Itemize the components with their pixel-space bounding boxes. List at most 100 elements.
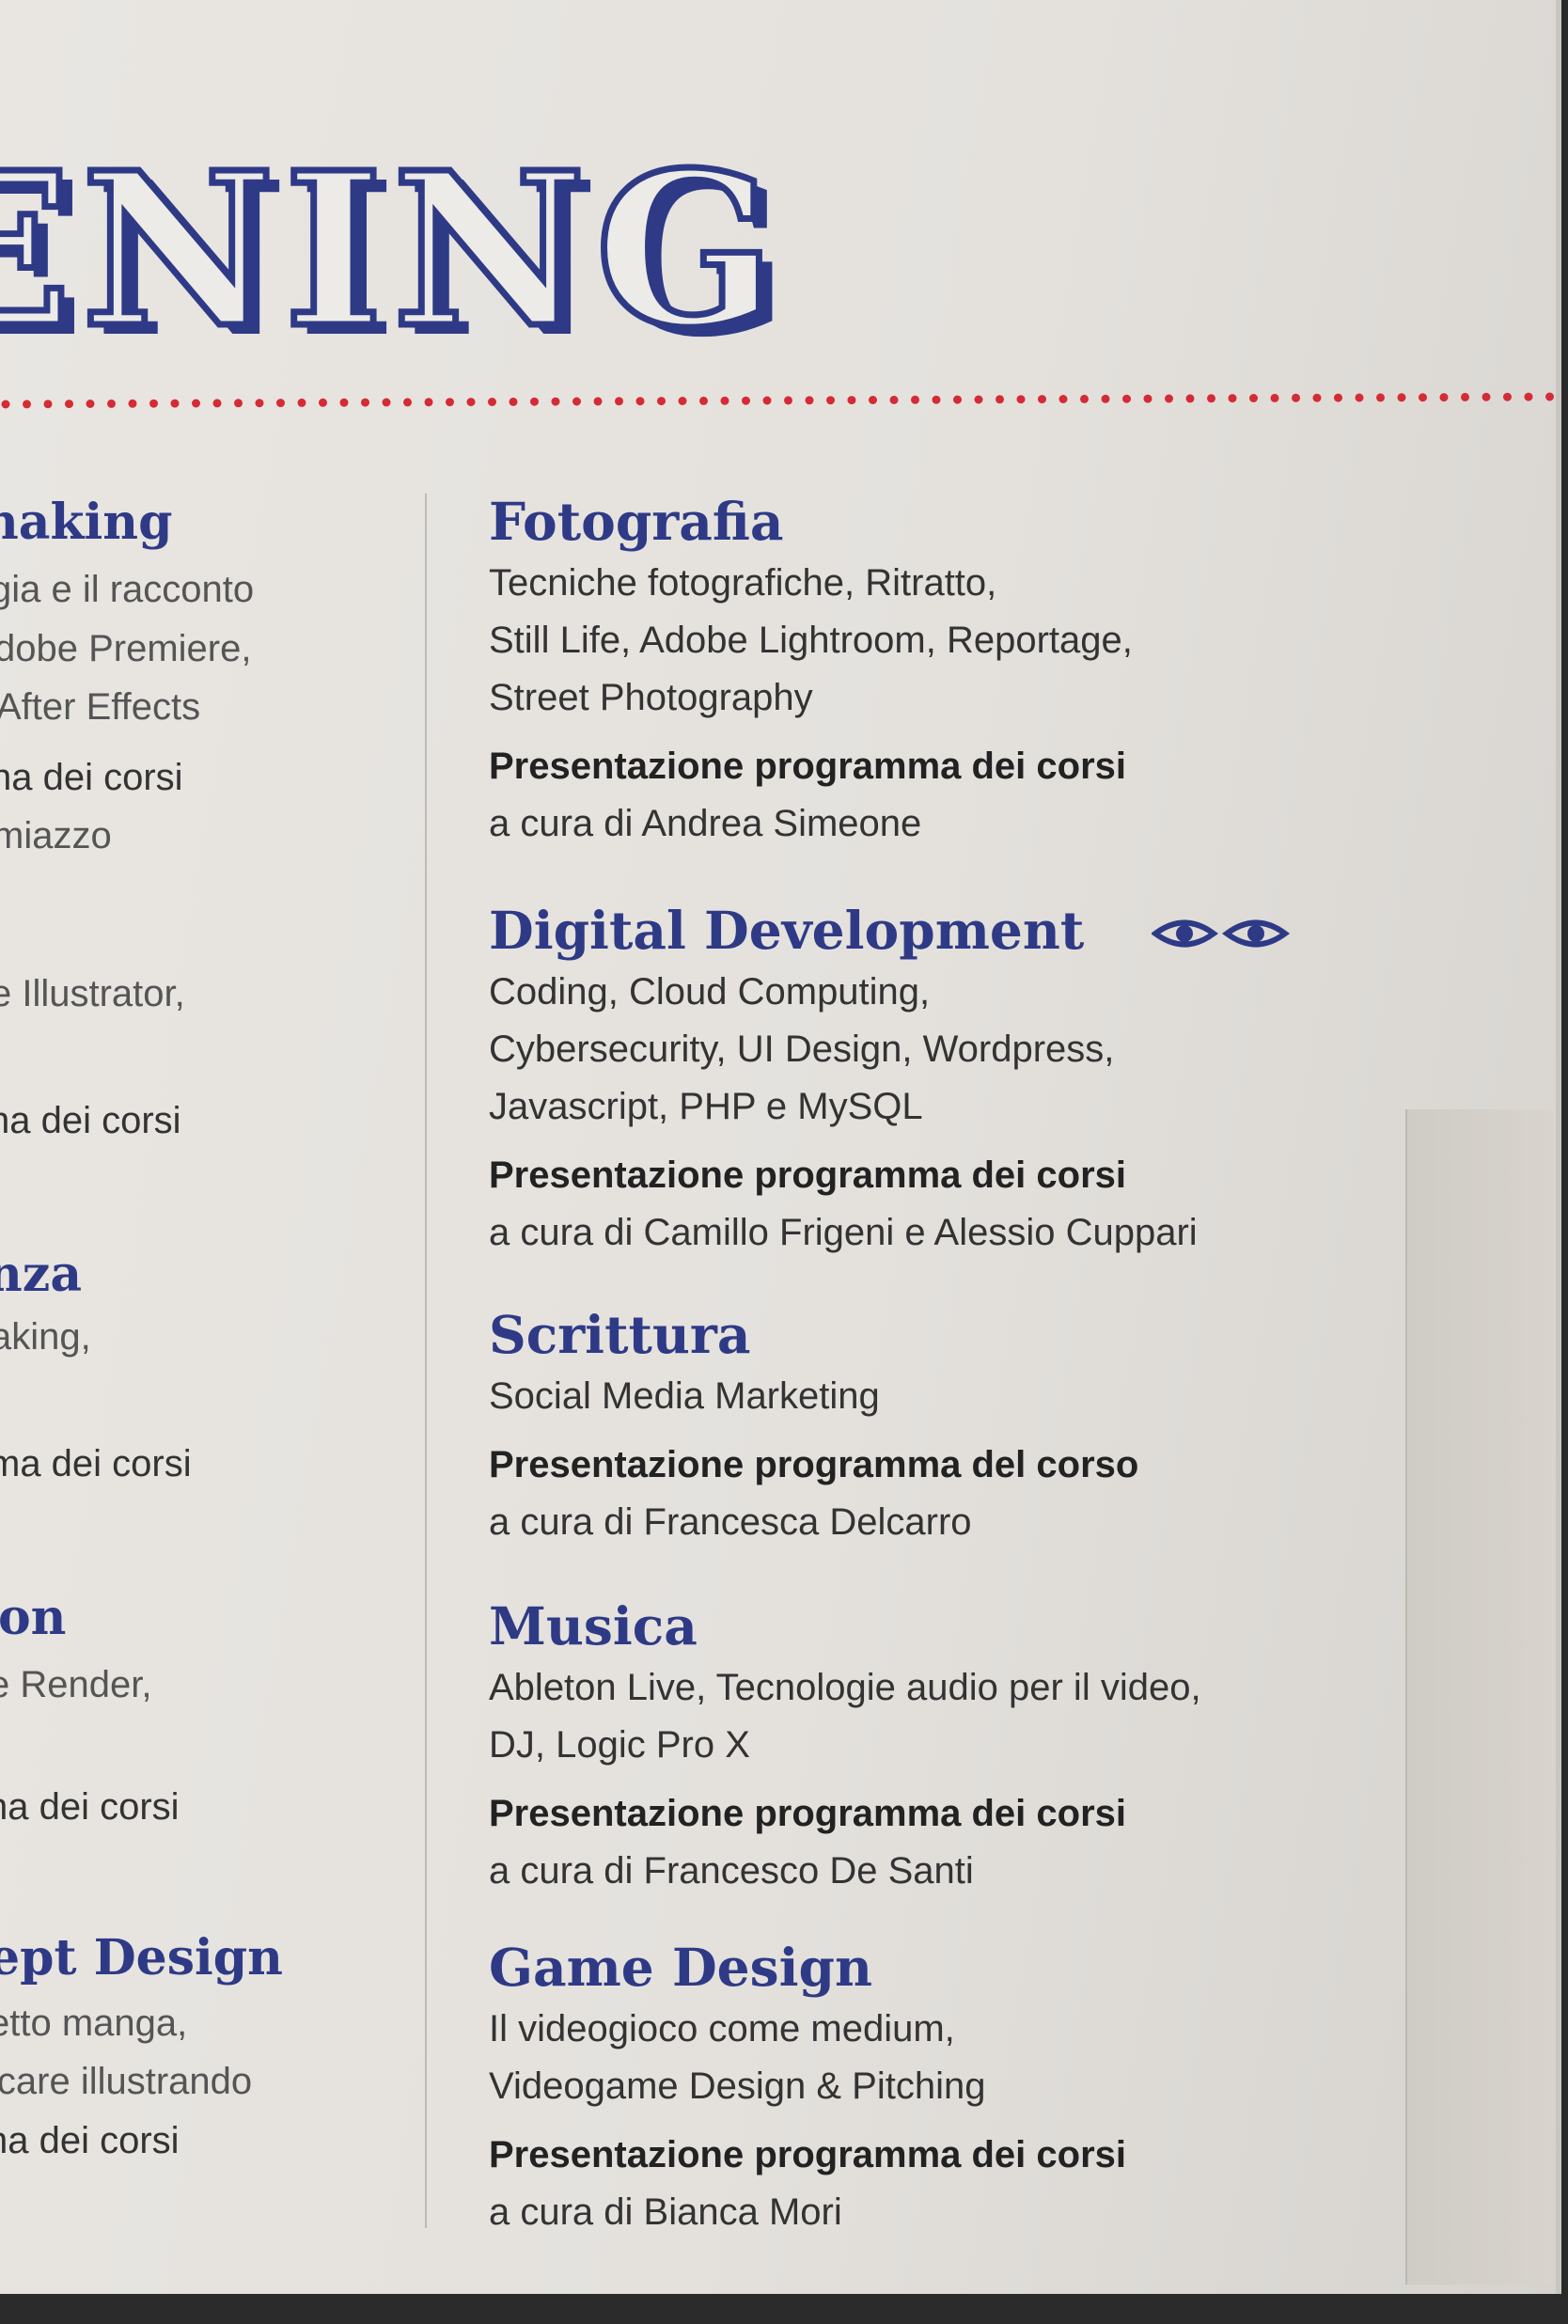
rule-dot [530,397,539,406]
rule-dot [1545,392,1554,401]
eye-icon [1152,919,1219,948]
section-title: Scrittura [489,1304,751,1365]
curator-line: a cura di Camillo Frigeni e Alessio Cupp… [489,1212,1198,1253]
section-fotografia: Fotografia Tecniche fotografiche, Ritrat… [489,489,1429,853]
rule-dot [805,396,814,405]
rule-dot [635,397,645,406]
rule-dot [1397,393,1406,402]
left-text-fragment: etto manga, [0,2002,188,2044]
topic-line: Coding, Cloud Computing, [489,971,931,1013]
rule-dot [996,395,1004,404]
section-scrittura: Scrittura Social Media Marketing Present… [489,1302,1429,1551]
left-text-fragment: ha dei corsi [0,2120,180,2161]
rule-dot [678,397,687,405]
rule-dot [1228,394,1237,403]
brochure-page: ENING ENING naking gia e il racconto dob… [0,0,1561,2294]
eyes-icon-group [1152,919,1291,948]
topic-line: Street Photography [489,677,813,718]
rule-dot [615,397,623,406]
section-title: Game Design [489,1937,872,1998]
rule-dot [1122,394,1131,403]
rule-dot [1249,394,1258,402]
left-text-fragment: gia e il racconto [0,569,255,610]
left-text-fragment: e Illustrator, [0,973,185,1014]
left-text-fragment: na dei corsi [0,1786,180,1828]
presentation-label: Presentazione programma dei corsi [489,2134,1127,2175]
topic-line: Tecniche fotografiche, Ritratto, [489,562,997,604]
rule-dot [784,396,792,405]
left-text-fragment: After Effects [0,686,201,728]
topic-line: Il videogioco come medium, [489,2008,955,2049]
presentation-label: Presentazione programma del corso [489,1444,1139,1485]
topic-line: Cybersecurity, UI Design, Wordpress, [489,1029,1115,1070]
rule-dot [1355,393,1364,402]
rule-dot [1419,393,1427,402]
topic-line: Javascript, PHP e MySQL [489,1086,923,1127]
rule-dot [509,397,518,406]
rule-dot [699,396,708,405]
section-topics: Coding, Cloud Computing, Cybersecurity, … [489,964,1429,1136]
rule-dot [1292,393,1300,402]
rule-dot [974,395,983,404]
rule-dot [1185,394,1195,403]
rule-dot [742,396,750,405]
topic-line: Still Life, Adobe Lightroom, Reportage, [489,620,1133,661]
rule-dot [551,397,560,406]
left-text-fragment: ha dei corsi [0,1100,181,1141]
rule-dot [1165,394,1173,403]
rule-dot [1143,394,1152,403]
rule-dot [911,395,919,404]
rule-dot [1016,395,1026,404]
section-game-design: Game Design Il videogioco come medium, V… [489,1935,1429,2241]
rule-dot [1334,393,1342,402]
topic-line: DJ, Logic Pro X [489,1724,750,1766]
rule-dot [1058,395,1068,403]
rule-dot [1439,393,1449,402]
curator-line: a cura di Andrea Simeone [489,803,922,844]
section-musica: Musica Ableton Live, Tecnologie audio pe… [489,1594,1429,1900]
left-text-fragment: aking, [0,1316,91,1358]
rule-dot [488,398,496,406]
column-divider [425,494,427,2228]
rule-dot [572,397,581,406]
rule-dot [826,396,835,405]
section-topics: Social Media Marketing [489,1368,1429,1425]
rule-dot [889,395,899,404]
left-text-fragment: ma dei corsi [0,1443,192,1484]
rule-dot [953,395,962,404]
left-title-fragment: ept Design [0,1929,283,1986]
rule-dot [1503,392,1512,401]
left-title-fragment: naking [0,494,173,551]
rule-dot [657,397,666,406]
presentation-label: Presentazione programma dei corsi [489,746,1127,787]
topic-line: Social Media Marketing [489,1375,880,1417]
rule-dot [1270,393,1279,402]
section-title: Fotografia [489,491,784,552]
left-column: naking gia e il racconto dobe Premiere, … [0,0,414,2294]
curator-line: a cura di Francesco De Santi [489,1850,974,1892]
rule-dot [446,398,454,407]
section-title: Musica [489,1595,698,1657]
section-topics: Il videogioco come medium, Videogame Des… [489,2001,1429,2115]
left-title-fragment: nza [0,1246,83,1303]
left-title-fragment: on [0,1589,67,1646]
rule-dot [720,396,729,405]
rule-dot [847,396,856,405]
section-topics: Tecniche fotografiche, Ritratto, Still L… [489,555,1429,727]
rule-dot [932,395,941,404]
left-text-fragment: e Render, [0,1664,152,1705]
rule-dot [1312,393,1322,402]
rule-dot [1482,392,1491,401]
rule-dot [593,397,603,406]
rule-dot [424,398,433,407]
rule-dot [869,396,877,404]
section-topics: Ableton Live, Tecnologie audio per il vi… [489,1659,1429,1774]
left-text-fragment: icare illustrando [0,2061,253,2102]
eye-icon [1221,919,1291,948]
presentation-label: Presentazione programma dei corsi [489,1154,1127,1196]
curator-line: a cura di Bianca Mori [489,2191,842,2233]
rule-dot [466,398,476,407]
rule-dot [1376,393,1385,402]
left-text-fragment: miazzo [0,815,112,856]
rule-dot [1080,394,1089,403]
